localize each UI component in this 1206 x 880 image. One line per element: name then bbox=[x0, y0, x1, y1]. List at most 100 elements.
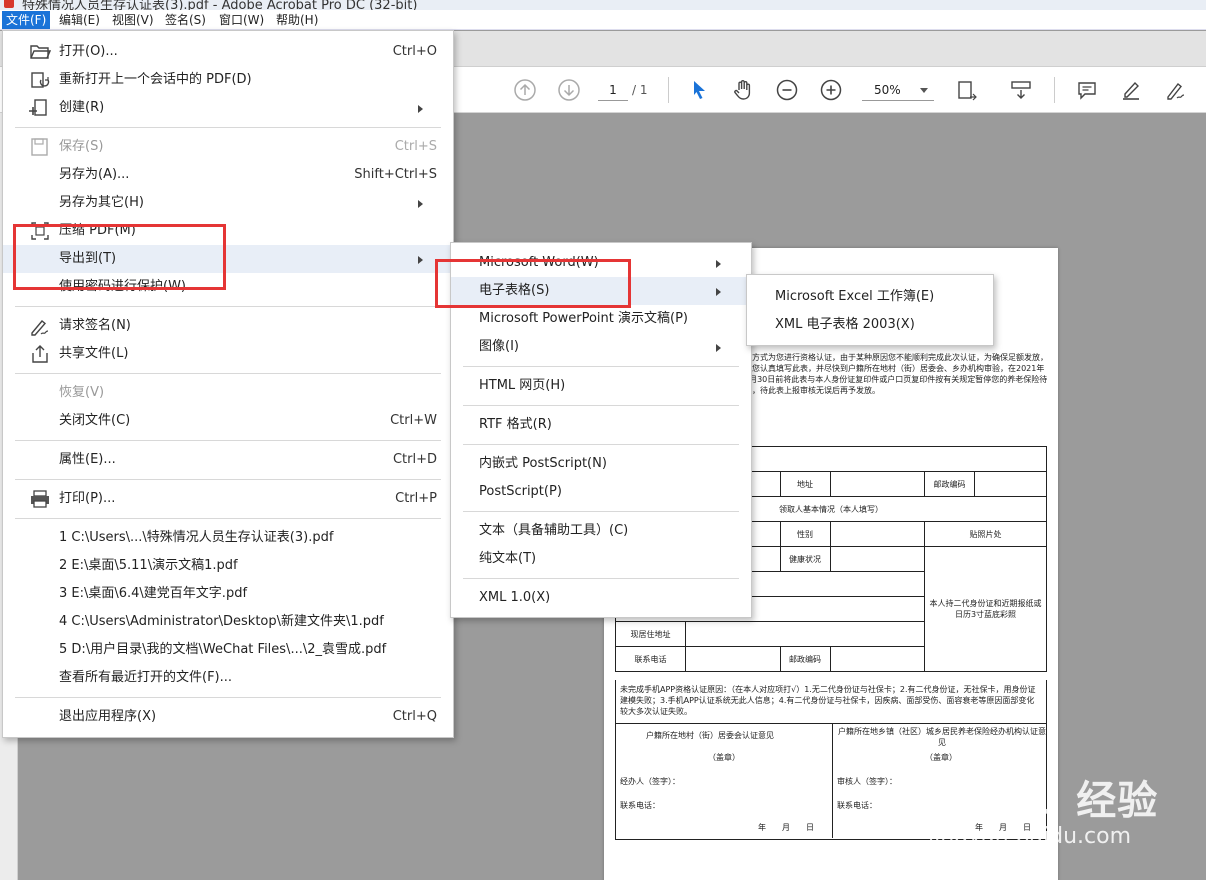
menu-item-export-eps[interactable]: 内嵌式 PostScript(N) bbox=[451, 450, 751, 478]
doc-cell: 联系电话 bbox=[615, 646, 686, 672]
menu-separator bbox=[15, 440, 441, 441]
doc-cell: 地址 bbox=[779, 471, 831, 497]
menu-item-recent-file[interactable]: 3 E:\桌面\6.4\建党百年文字.pdf bbox=[3, 580, 453, 608]
menu-item-recent-file[interactable]: 5 D:\用户目录\我的文档\WeChat Files\...\2_袁雪成.pd… bbox=[3, 636, 453, 664]
highlight-box-export bbox=[13, 224, 226, 290]
page-number-input[interactable]: 1 bbox=[598, 79, 628, 101]
title-bar: 特殊情况人员生存认证表(3).pdf - Adobe Acrobat Pro D… bbox=[0, 0, 1206, 10]
menu-window[interactable]: 窗口(W) bbox=[215, 11, 268, 29]
zoom-out-icon[interactable] bbox=[774, 77, 800, 103]
doc-col-seal: （盖章） bbox=[925, 753, 957, 762]
menu-item-export-powerpoint[interactable]: Microsoft PowerPoint 演示文稿(P) bbox=[451, 305, 751, 333]
doc-cell bbox=[829, 546, 925, 572]
menu-item-reopen[interactable]: 重新打开上一个会话中的 PDF(D) bbox=[3, 66, 453, 94]
menu-item-label: 重新打开上一个会话中的 PDF(D) bbox=[59, 72, 252, 87]
zoom-in-icon[interactable] bbox=[818, 77, 844, 103]
menu-item-shortcut: Ctrl+D bbox=[392, 452, 437, 467]
menu-item-label: 另存为其它(H) bbox=[59, 195, 144, 210]
menu-separator bbox=[463, 511, 739, 512]
menu-item-create[interactable]: 创建(R) bbox=[3, 94, 453, 122]
menu-separator bbox=[15, 518, 441, 519]
prev-page-icon[interactable] bbox=[512, 77, 538, 103]
menu-item-share[interactable]: 共享文件(L) bbox=[3, 340, 453, 368]
doc-col-handler: 经办人（签字）： bbox=[620, 777, 680, 786]
menu-item-save-as[interactable]: 另存为(A)... Shift+Ctrl+S bbox=[3, 161, 453, 189]
menu-item-export-postscript[interactable]: PostScript(P) bbox=[451, 478, 751, 506]
menu-sign[interactable]: 签名(S) bbox=[161, 11, 210, 29]
doc-intro-text: 别方式为您进行资格认证，由于某种原因您不能顺利完成此次认证，为确保足额发放，请您… bbox=[744, 353, 1048, 395]
menu-item-export-plain-text[interactable]: 纯文本(T) bbox=[451, 545, 751, 573]
menu-item-save[interactable]: 保存(S) Ctrl+S bbox=[3, 133, 453, 161]
menu-separator bbox=[15, 306, 441, 307]
menu-item-export-rtf[interactable]: RTF 格式(R) bbox=[451, 411, 751, 439]
spreadsheet-submenu: Microsoft Excel 工作簿(E) XML 电子表格 2003(X) bbox=[746, 274, 994, 346]
menu-item-view-all-recent[interactable]: 查看所有最近打开的文件(F)... bbox=[3, 664, 453, 692]
menu-file[interactable]: 文件(F) bbox=[2, 11, 51, 29]
menu-item-recent-file[interactable]: 2 E:\桌面\5.11\演示文稿1.pdf bbox=[3, 552, 453, 580]
menu-item-close-file[interactable]: 关闭文件(C) Ctrl+W bbox=[3, 407, 453, 435]
file-menu: 打开(O)... Ctrl+O 重新打开上一个会话中的 PDF(D) 创建(R)… bbox=[2, 30, 454, 738]
chevron-right-icon bbox=[716, 344, 721, 352]
doc-col-seal: （盖章） bbox=[708, 753, 740, 762]
next-page-icon[interactable] bbox=[556, 77, 582, 103]
menu-help[interactable]: 帮助(H) bbox=[272, 11, 322, 29]
comment-icon[interactable] bbox=[1074, 77, 1100, 103]
scroll-mode-icon[interactable] bbox=[1008, 77, 1034, 103]
menu-item-label: RTF 格式(R) bbox=[479, 417, 552, 432]
sign-icon bbox=[29, 316, 51, 336]
menu-item-properties[interactable]: 属性(E)... Ctrl+D bbox=[3, 446, 453, 474]
create-icon bbox=[29, 98, 51, 118]
zoom-level-value: 50% bbox=[874, 83, 901, 97]
select-arrow-icon[interactable] bbox=[686, 77, 712, 103]
reopen-icon bbox=[29, 70, 51, 90]
menu-item-export-accessible-text[interactable]: 文本（具备辅助工具）(C) bbox=[451, 517, 751, 545]
doc-cell: 本人持二代身份证和近期报纸或日历3寸蓝底彩照 bbox=[924, 546, 1047, 672]
menu-item-label: XML 电子表格 2003(X) bbox=[775, 317, 915, 332]
menu-item-save-as-other[interactable]: 另存为其它(H) bbox=[3, 189, 453, 217]
zoom-level-select[interactable]: 50% bbox=[862, 79, 934, 101]
watermark-url: jingyan.baidu.com bbox=[928, 824, 1132, 849]
doc-cell: 邮政编码 bbox=[779, 646, 831, 672]
doc-cell bbox=[685, 646, 781, 672]
menu-item-xml-spreadsheet[interactable]: XML 电子表格 2003(X) bbox=[747, 311, 993, 339]
doc-reason-text: 未完成手机APP资格认证原因：（在本人对应项打√）1.无二代身份证与社保卡；2.… bbox=[615, 680, 1047, 724]
doc-cell bbox=[829, 521, 925, 547]
doc-cell: 健康状况 bbox=[779, 546, 831, 572]
doc-col-title: 户籍所在地村（街）居委会认证意见 bbox=[646, 731, 774, 740]
menu-item-print[interactable]: 打印(P)... Ctrl+P bbox=[3, 485, 453, 513]
menu-item-label: 2 E:\桌面\5.11\演示文稿1.pdf bbox=[59, 558, 238, 573]
menu-view[interactable]: 视图(V) bbox=[108, 11, 158, 29]
hand-tool-icon[interactable] bbox=[730, 77, 756, 103]
chevron-right-icon bbox=[418, 105, 423, 113]
doc-village-column: 户籍所在地村（街）居委会认证意见 （盖章） 经办人（签字）： 联系电话： 年 月… bbox=[616, 724, 832, 838]
menu-edit[interactable]: 编辑(E) bbox=[55, 11, 104, 29]
menu-item-label: Microsoft Excel 工作簿(E) bbox=[775, 289, 935, 304]
menu-item-request-signature[interactable]: 请求签名(N) bbox=[3, 312, 453, 340]
menu-item-revert[interactable]: 恢复(V) bbox=[3, 379, 453, 407]
baidu-watermark: Baidu 经验 jingyan.baidu.com bbox=[928, 768, 1168, 858]
doc-cell: 邮政编码 bbox=[924, 471, 975, 497]
menu-separator bbox=[15, 479, 441, 480]
menu-separator bbox=[15, 127, 441, 128]
page-fit-icon[interactable] bbox=[954, 77, 980, 103]
menu-item-export-image[interactable]: 图像(I) bbox=[451, 333, 751, 361]
menu-item-label: 文本（具备辅助工具）(C) bbox=[479, 523, 629, 538]
sign-pen-icon[interactable] bbox=[1162, 77, 1188, 103]
menu-item-open[interactable]: 打开(O)... Ctrl+O bbox=[3, 38, 453, 66]
highlighter-icon[interactable] bbox=[1118, 77, 1144, 103]
doc-col-date: 年 月 日 bbox=[758, 823, 814, 832]
doc-col-reviewer: 审核人（签字）： bbox=[837, 777, 897, 786]
menu-item-export-html[interactable]: HTML 网页(H) bbox=[451, 372, 751, 400]
menu-item-recent-file[interactable]: 1 C:\Users\...\特殊情况人员生存认证表(3).pdf bbox=[3, 524, 453, 552]
menu-item-label: 请求签名(N) bbox=[59, 318, 131, 333]
menu-item-excel-workbook[interactable]: Microsoft Excel 工作簿(E) bbox=[747, 283, 993, 311]
menu-item-recent-file[interactable]: 4 C:\Users\Administrator\Desktop\新建文件夹\1… bbox=[3, 608, 453, 636]
window-title: 特殊情况人员生存认证表(3).pdf - Adobe Acrobat Pro D… bbox=[22, 0, 418, 10]
doc-cell bbox=[829, 646, 925, 672]
menu-item-shortcut: Ctrl+W bbox=[390, 413, 437, 428]
menu-item-exit[interactable]: 退出应用程序(X) Ctrl+Q bbox=[3, 703, 453, 731]
doc-col-phone: 联系电话： bbox=[837, 801, 877, 810]
menu-item-shortcut: Shift+Ctrl+S bbox=[354, 167, 437, 182]
menu-item-label: 纯文本(T) bbox=[479, 551, 537, 566]
menu-item-export-xml[interactable]: XML 1.0(X) bbox=[451, 584, 751, 612]
